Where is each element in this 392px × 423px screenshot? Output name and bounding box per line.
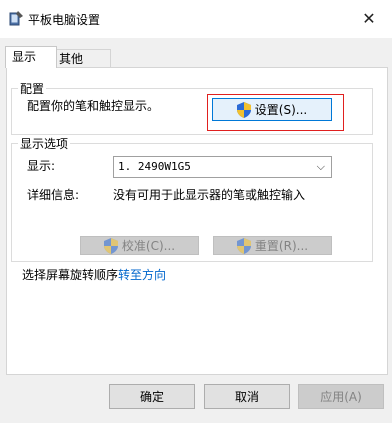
display-select[interactable]: 1. 2490W1G5 ⌵ xyxy=(113,156,332,178)
title-bar: 平板电脑设置 ✕ xyxy=(0,0,392,38)
detail-value: 没有可用于此显示器的笔或触控输入 xyxy=(113,188,306,202)
tablet-pen-icon xyxy=(9,11,23,26)
display-label: 显示: xyxy=(27,159,56,173)
uac-shield-icon xyxy=(236,237,251,254)
config-group-legend: 配置 xyxy=(20,82,45,96)
display-options-legend: 显示选项 xyxy=(20,137,69,151)
config-description: 配置你的笔和触控显示。 xyxy=(27,99,160,113)
ok-button-label: 确定 xyxy=(139,390,164,404)
ok-button[interactable]: 确定 xyxy=(109,384,195,409)
close-button[interactable]: ✕ xyxy=(346,0,392,38)
window-title: 平板电脑设置 xyxy=(28,13,101,27)
tab-display[interactable]: 显示 xyxy=(5,46,57,68)
tab-other[interactable]: 其他 xyxy=(52,49,111,69)
calibrate-button-label: 校准(C)... xyxy=(121,239,176,253)
cancel-button[interactable]: 取消 xyxy=(204,384,290,409)
uac-shield-icon xyxy=(103,237,118,254)
calibrate-button[interactable]: 校准(C)... xyxy=(80,236,199,255)
apply-button-label: 应用(A) xyxy=(320,390,362,404)
detail-label: 详细信息: xyxy=(27,188,80,202)
apply-button[interactable]: 应用(A) xyxy=(298,384,384,409)
rotation-text: 选择屏幕旋转顺序转至方向 xyxy=(22,266,166,283)
cancel-button-label: 取消 xyxy=(234,390,259,404)
orientation-link[interactable]: 转至方向 xyxy=(118,268,166,282)
highlight-box xyxy=(207,94,344,131)
reset-button[interactable]: 重置(R)... xyxy=(213,236,332,255)
chevron-down-icon: ⌵ xyxy=(316,160,325,173)
close-icon: ✕ xyxy=(362,9,376,28)
rotation-prefix: 选择屏幕旋转顺序 xyxy=(22,268,119,282)
display-select-value: 1. 2490W1G5 xyxy=(118,160,191,173)
reset-button-label: 重置(R)... xyxy=(254,239,309,253)
